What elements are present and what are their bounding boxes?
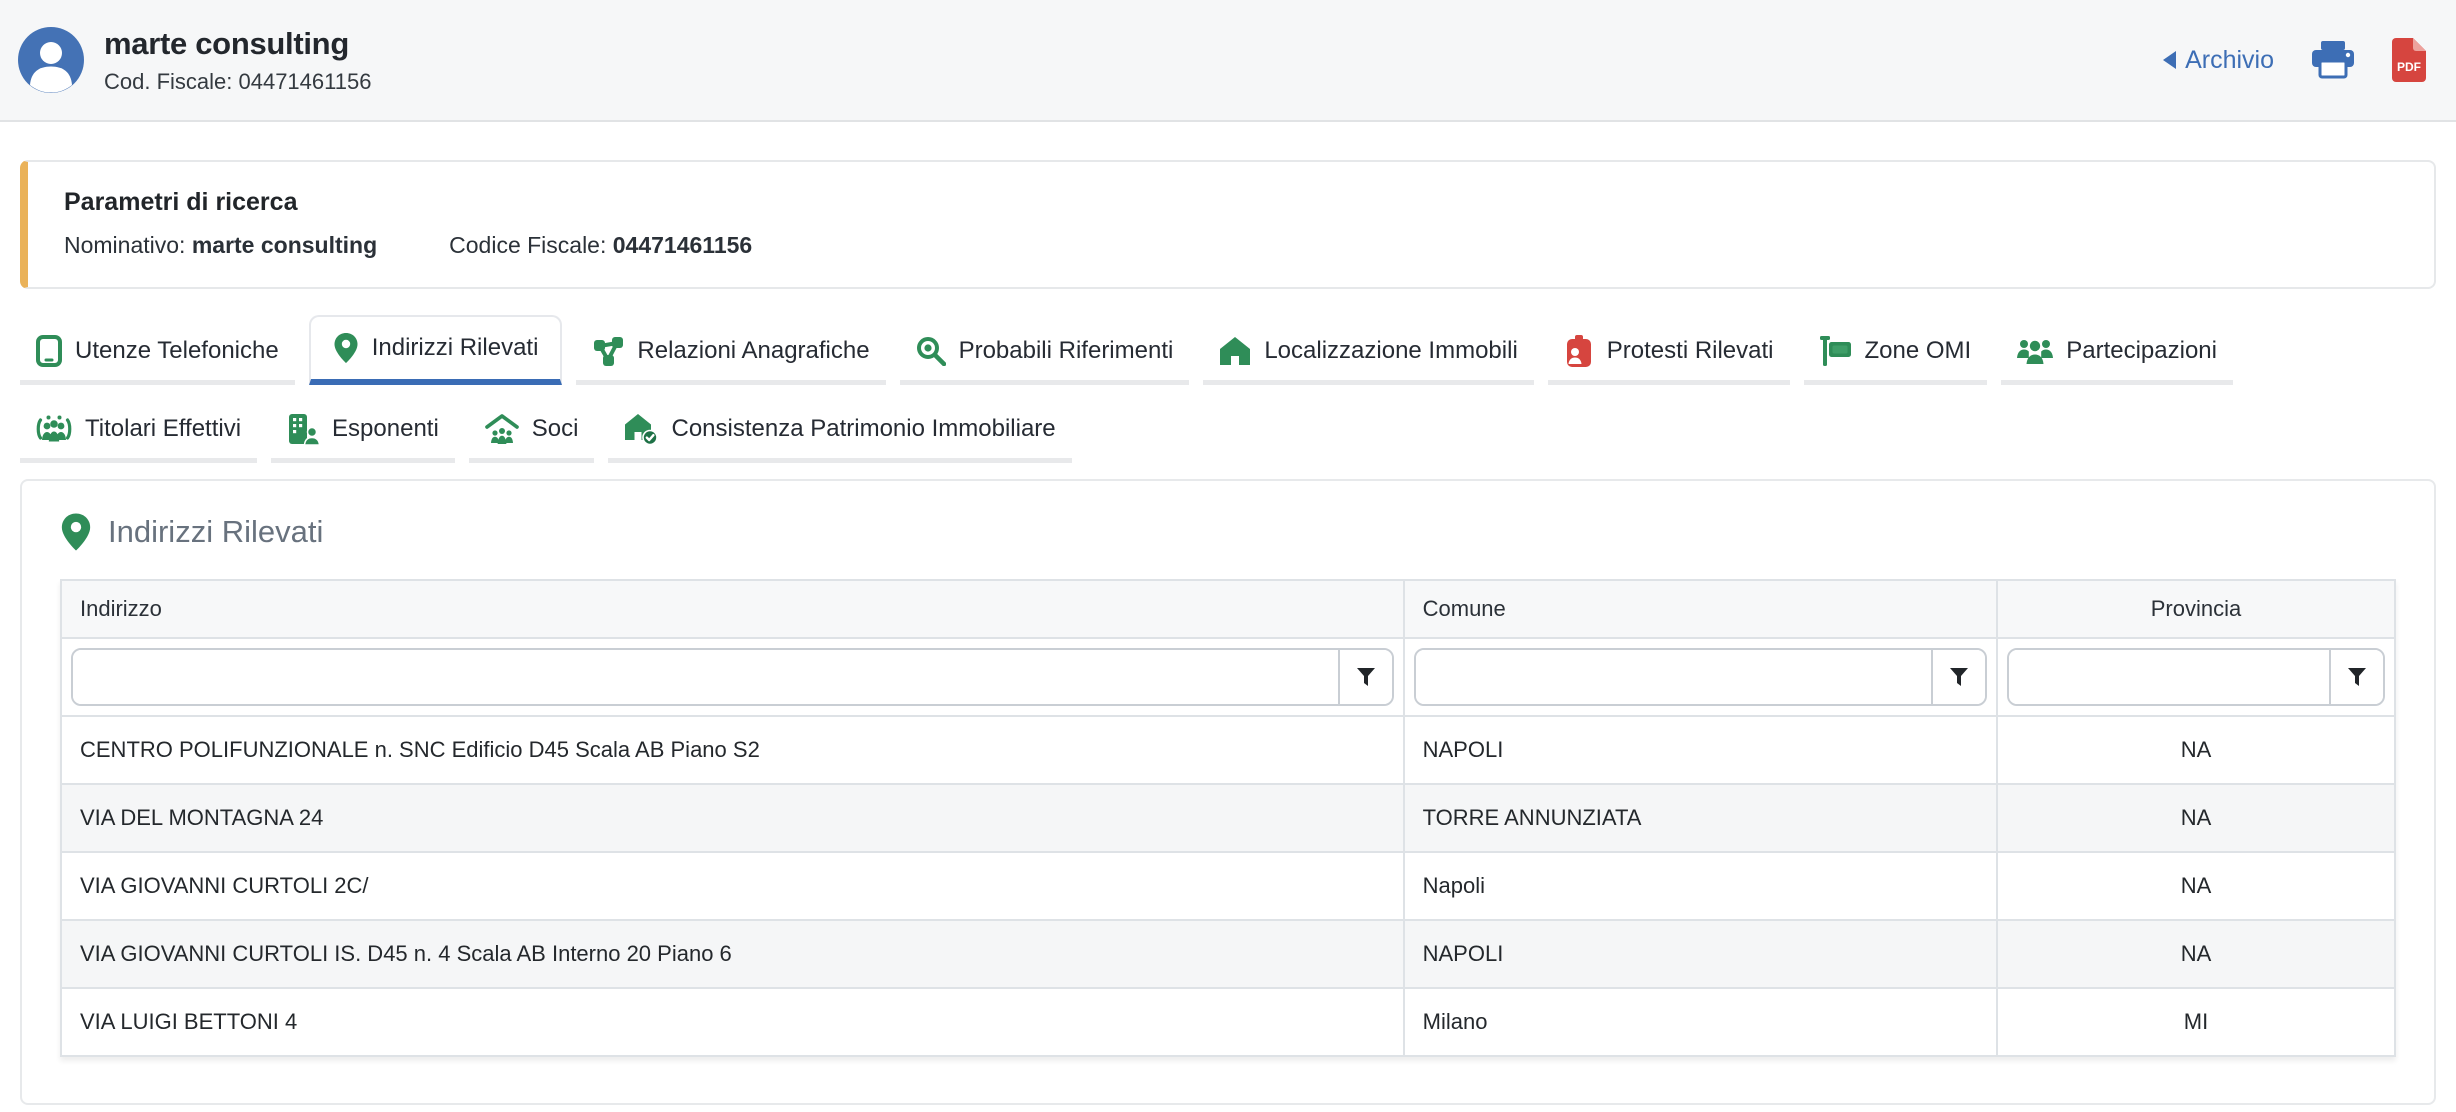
tab-label: Zone OMI [1865, 337, 1972, 365]
tab-label: Indirizzi Rilevati [372, 334, 539, 362]
cell-indirizzo: VIA GIOVANNI CURTOLI 2C/ [61, 852, 1404, 920]
column-header-provincia[interactable]: Provincia [1997, 580, 2395, 638]
cell-provincia: NA [1997, 784, 2395, 852]
house-check-icon [624, 413, 658, 445]
table-row[interactable]: VIA GIOVANNI CURTOLI 2C/ Napoli NA [61, 852, 2395, 920]
tab-titolari-effettivi[interactable]: Titolari Effettivi [20, 399, 257, 463]
cell-indirizzo: VIA LUIGI BETTONI 4 [61, 988, 1404, 1056]
archivio-label: Archivio [2185, 46, 2274, 75]
tab-label: Localizzazione Immobili [1264, 337, 1517, 365]
tab-label: Partecipazioni [2066, 337, 2217, 365]
tab-localizzazione-immobili[interactable]: Localizzazione Immobili [1203, 321, 1533, 385]
panel-title: Indirizzi Rilevati [108, 514, 323, 550]
tab-label: Probabili Riferimenti [959, 337, 1174, 365]
tab-bar: Utenze Telefoniche Indirizzi Rilevati Re… [20, 315, 2436, 463]
flag-sign-icon [1820, 335, 1852, 367]
cell-comune: TORRE ANNUNZIATA [1404, 784, 1997, 852]
filter-input-provincia[interactable] [2009, 650, 2329, 704]
print-icon[interactable] [2312, 41, 2354, 79]
people-rays-icon [36, 414, 72, 444]
tab-soci[interactable]: Soci [469, 399, 595, 463]
tab-row-2: Titolari Effettivi Esponenti [20, 399, 2436, 463]
back-triangle-icon [2163, 51, 2176, 69]
codice-fiscale-label: Codice Fiscale: [449, 232, 606, 258]
map-pin-icon [60, 511, 92, 553]
cell-provincia: NA [1997, 920, 2395, 988]
filter-funnel-icon[interactable] [1338, 650, 1392, 704]
column-header-indirizzo[interactable]: Indirizzo [61, 580, 1404, 638]
mobile-phone-icon [36, 335, 62, 367]
tab-label: Titolari Effettivi [85, 415, 241, 443]
svg-text:PDF: PDF [2397, 60, 2421, 74]
cell-comune: Napoli [1404, 852, 1997, 920]
tab-esponenti[interactable]: Esponenti [271, 399, 455, 463]
codice-fiscale-value: 04471461156 [613, 232, 752, 258]
tab-label: Protesti Rilevati [1607, 337, 1774, 365]
fiscal-code-subtitle: Cod. Fiscale: 04471461156 [104, 69, 371, 95]
tab-label: Utenze Telefoniche [75, 337, 279, 365]
search-params-title: Parametri di ricerca [64, 188, 2398, 217]
top-header: marte consulting Cod. Fiscale: 044714611… [0, 0, 2456, 122]
column-header-comune[interactable]: Comune [1404, 580, 1997, 638]
company-avatar-icon [18, 27, 84, 93]
tab-relazioni-anagrafiche[interactable]: Relazioni Anagrafiche [576, 321, 885, 385]
tab-indirizzi-rilevati[interactable]: Indirizzi Rilevati [309, 315, 563, 385]
filter-input-comune[interactable] [1416, 650, 1931, 704]
tab-consistenza-patrimonio-immobiliare[interactable]: Consistenza Patrimonio Immobiliare [608, 399, 1071, 463]
tab-label: Soci [532, 415, 579, 443]
magnifier-icon [916, 336, 946, 366]
nominativo-pair: Nominativo: marte consulting [64, 232, 377, 259]
search-params-card: Parametri di ricerca Nominativo: marte c… [20, 160, 2436, 289]
filter-box-provincia [2007, 648, 2385, 706]
map-pin-icon [333, 332, 359, 364]
cell-provincia: NA [1997, 852, 2395, 920]
tab-zone-omi[interactable]: Zone OMI [1804, 321, 1988, 385]
cell-provincia: NA [1997, 716, 2395, 784]
tab-label: Esponenti [332, 415, 439, 443]
indirizzi-rilevati-panel: Indirizzi Rilevati Indirizzo Comune Prov… [20, 479, 2436, 1105]
table-row[interactable]: CENTRO POLIFUNZIONALE n. SNC Edificio D4… [61, 716, 2395, 784]
tab-protesti-rilevati[interactable]: Protesti Rilevati [1548, 321, 1790, 385]
cell-indirizzo: CENTRO POLIFUNZIONALE n. SNC Edificio D4… [61, 716, 1404, 784]
house-icon [1219, 336, 1251, 366]
share-nodes-icon [592, 335, 624, 367]
filter-funnel-icon[interactable] [1931, 650, 1985, 704]
page-title: marte consulting [104, 26, 371, 62]
tab-label: Relazioni Anagrafiche [637, 337, 869, 365]
filter-funnel-icon[interactable] [2329, 650, 2383, 704]
addresses-table: Indirizzo Comune Provincia [60, 579, 2396, 1057]
filter-box-indirizzo [71, 648, 1394, 706]
table-row[interactable]: VIA GIOVANNI CURTOLI IS. D45 n. 4 Scala … [61, 920, 2395, 988]
tab-probabili-riferimenti[interactable]: Probabili Riferimenti [900, 321, 1190, 385]
filter-box-comune [1414, 648, 1987, 706]
cell-indirizzo: VIA DEL MONTAGNA 24 [61, 784, 1404, 852]
pdf-export-icon[interactable]: PDF [2392, 38, 2426, 82]
cell-provincia: MI [1997, 988, 2395, 1056]
tab-utenze-telefoniche[interactable]: Utenze Telefoniche [20, 321, 295, 385]
roof-people-icon [485, 414, 519, 444]
codice-fiscale-pair: Codice Fiscale: 04471461156 [449, 232, 752, 259]
cell-comune: Milano [1404, 988, 1997, 1056]
nominativo-label: Nominativo: [64, 232, 185, 258]
table-filter-row [61, 638, 2395, 716]
cell-indirizzo: VIA GIOVANNI CURTOLI IS. D45 n. 4 Scala … [61, 920, 1404, 988]
filter-input-indirizzo[interactable] [73, 650, 1338, 704]
cell-comune: NAPOLI [1404, 920, 1997, 988]
table-header-row: Indirizzo Comune Provincia [61, 580, 2395, 638]
users-group-icon [2017, 336, 2053, 366]
tab-label: Consistenza Patrimonio Immobiliare [671, 415, 1055, 443]
cell-comune: NAPOLI [1404, 716, 1997, 784]
panel-heading: Indirizzi Rilevati [60, 511, 2396, 553]
nominativo-value: marte consulting [192, 232, 377, 258]
tab-row-1: Utenze Telefoniche Indirizzi Rilevati Re… [20, 315, 2436, 385]
table-row[interactable]: VIA DEL MONTAGNA 24 TORRE ANNUNZIATA NA [61, 784, 2395, 852]
tab-partecipazioni[interactable]: Partecipazioni [2001, 321, 2233, 385]
archivio-link[interactable]: Archivio [2163, 46, 2274, 75]
id-badge-icon [1564, 335, 1594, 367]
table-row[interactable]: VIA LUIGI BETTONI 4 Milano MI [61, 988, 2395, 1056]
building-user-icon [287, 413, 319, 445]
